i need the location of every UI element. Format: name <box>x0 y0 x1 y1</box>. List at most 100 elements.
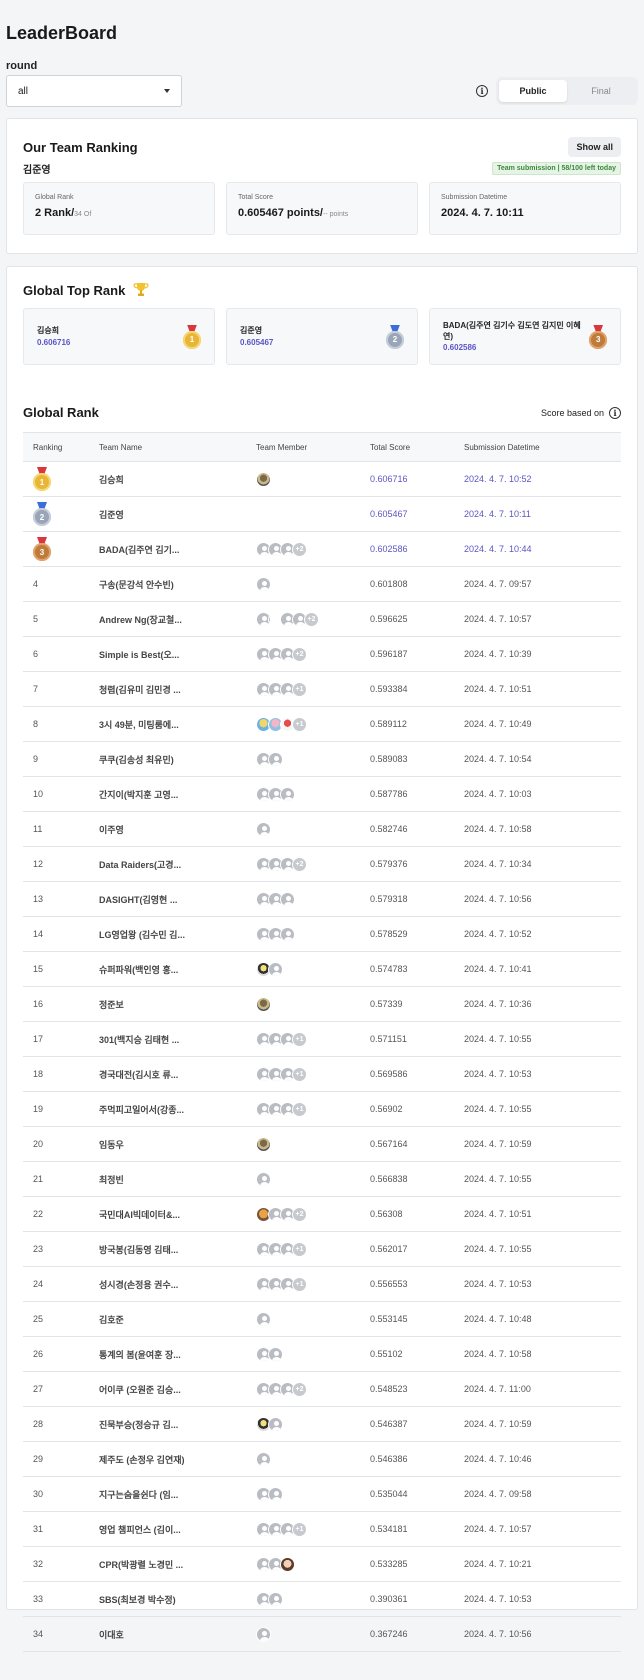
team-name-cell[interactable]: 301(백지승 김태현 ... <box>99 1021 256 1057</box>
team-name-cell[interactable]: DASIGHT(김영현 ... <box>99 881 256 917</box>
rank-number: 7 <box>33 684 39 694</box>
team-name-cell[interactable]: Simple is Best(오... <box>99 636 256 672</box>
rank-number: 22 <box>33 1209 44 1219</box>
table-row[interactable]: 29 제주도 (손정우 김연재) 0.546386 2024. 4. 7. 10:46 <box>23 1441 621 1477</box>
team-name-cell[interactable]: 김호준 <box>99 1301 256 1337</box>
team-name-cell[interactable]: 영업 챔피언스 (김이... <box>99 1511 256 1547</box>
global-rank-of: 34 Of <box>74 211 92 218</box>
user-avatar-icon <box>256 1451 271 1467</box>
team-name-cell[interactable]: 김승희 <box>99 461 256 497</box>
team-name-cell[interactable]: 간지이(박지훈 고영... <box>99 776 256 812</box>
team-name-cell[interactable]: 지구는숨을쉰다 (임... <box>99 1476 256 1512</box>
submission-datetime-cell: 2024. 4. 7. 10:21 <box>464 1546 621 1582</box>
table-row[interactable]: 14 LG영업왕 (김수민 김... 0.578529 2024. 4. 7. 10:… <box>23 916 621 952</box>
team-member-cell <box>256 951 370 987</box>
table-row[interactable]: 28 진묵부승(정승규 김... 0.546387 2024. 4. 7. 10:59 <box>23 1406 621 1442</box>
global-rank-title: Global Rank <box>23 405 99 420</box>
team-name-cell[interactable]: 통계의 봄(윤여훈 장... <box>99 1336 256 1372</box>
table-row[interactable]: 23 방국봉(김동영 김태... +1 0.562017 2024. 4. 7. 10:… <box>23 1231 621 1267</box>
team-name-cell[interactable]: CPR(박광렬 노경민 ... <box>99 1546 256 1582</box>
table-row[interactable]: 4 구송(문강석 안수빈) 0.601808 2024. 4. 7. 09:57 <box>23 566 621 602</box>
top-rank-name: 김승희 <box>37 326 60 336</box>
top-rank-score: 0.606716 <box>37 337 71 347</box>
team-name-cell[interactable]: 3시 49분, 미팅룸에... <box>99 706 256 742</box>
team-name-cell[interactable]: 슈퍼파워(백인영 홍... <box>99 951 256 987</box>
team-name-cell[interactable]: 이대호 <box>99 1616 256 1652</box>
table-row[interactable]: 1 김승희 0.606716 2024. 4. 7. 10:52 <box>23 461 621 497</box>
top-rank-score: 0.602586 <box>443 342 477 352</box>
total-score-cell: 0.593384 <box>370 671 464 707</box>
team-name-cell[interactable]: 경국대전(김시호 류... <box>99 1056 256 1092</box>
table-row[interactable]: 18 경국대전(김시호 류... +1 0.569586 2024. 4. 7. 10:… <box>23 1056 621 1092</box>
team-name-cell[interactable]: 정준보 <box>99 986 256 1022</box>
table-row[interactable]: 19 주먹피고일어서(강종... +1 0.56902 2024. 4. 7. 10:5… <box>23 1091 621 1127</box>
table-row[interactable]: 9 쿠쿠(김송성 최유민) 0.589083 2024. 4. 7. 10:54 <box>23 741 621 777</box>
table-row[interactable]: 20 임동우 0.567164 2024. 4. 7. 10:59 <box>23 1126 621 1162</box>
table-row[interactable]: 26 통계의 봄(윤여훈 장... 0.55102 2024. 4. 7. 10:58 <box>23 1336 621 1372</box>
team-name-cell[interactable]: BADA(김주연 김기... <box>99 531 256 567</box>
table-row[interactable]: 22 국민대AI빅데이터&... +2 0.56308 2024. 4. 7. 10:5… <box>23 1196 621 1232</box>
team-name-cell[interactable]: 청렴(김유미 김민경 ... <box>99 671 256 707</box>
table-row[interactable]: 33 SBS(최보경 박수정) 0.390361 2024. 4. 7. 10:53 <box>23 1581 621 1617</box>
team-name-cell[interactable]: 제주도 (손정우 김연재) <box>99 1441 256 1477</box>
public-final-toggle[interactable]: Public Final <box>496 77 638 105</box>
table-row[interactable]: 5 Andrew Ng(장교철... +2 0.596625 2024. 4. 7. 1… <box>23 601 621 637</box>
table-row[interactable]: 30 지구는숨을쉰다 (임... 0.535044 2024. 4. 7. 09:58 <box>23 1476 621 1512</box>
table-row[interactable]: 6 Simple is Best(오... +2 0.596187 2024. 4. 7… <box>23 636 621 672</box>
final-tab[interactable]: Final <box>567 80 635 102</box>
table-row[interactable]: 15 슈퍼파워(백인영 홍... 0.574783 2024. 4. 7. 10:41 <box>23 951 621 987</box>
team-name-cell[interactable]: 진묵부승(정승규 김... <box>99 1406 256 1442</box>
team-name-cell[interactable]: 어이쿠 (오원준 김승... <box>99 1371 256 1407</box>
team-member-cell <box>256 461 370 497</box>
total-score-value: 0.605467 points/ <box>238 207 323 219</box>
submission-datetime-cell: 2024. 4. 7. 10:49 <box>464 706 621 742</box>
team-member-cell <box>256 1161 370 1197</box>
team-name-cell[interactable]: 이주영 <box>99 811 256 847</box>
table-row[interactable]: 7 청렴(김유미 김민경 ... +1 0.593384 2024. 4. 7. 10:… <box>23 671 621 707</box>
table-row[interactable]: 32 CPR(박광렬 노경민 ... 0.533285 2024. 4. 7. 10:… <box>23 1546 621 1582</box>
table-row[interactable]: 10 간지이(박지훈 고영... 0.587786 2024. 4. 7. 10:03 <box>23 776 621 812</box>
gold-medal-icon: 1 <box>33 467 51 491</box>
team-name-cell[interactable]: SBS(최보경 박수정) <box>99 1581 256 1617</box>
table-row[interactable]: 8 3시 49분, 미팅룸에... +1 0.589112 2024. 4. 7. 10… <box>23 706 621 742</box>
team-name-cell[interactable]: 쿠쿠(김송성 최유민) <box>99 741 256 777</box>
team-name-cell[interactable]: 성시경(손정용 권수... <box>99 1266 256 1302</box>
table-row[interactable]: 3 BADA(김주연 김기... +2 0.602586 2024. 4. 7. 10:… <box>23 531 621 567</box>
round-select[interactable]: all <box>6 75 182 107</box>
team-name-cell[interactable]: Andrew Ng(장교철... <box>99 601 256 637</box>
more-members-badge: +2 <box>304 611 319 627</box>
team-name-cell[interactable]: LG영업왕 (김수민 김... <box>99 916 256 952</box>
team-name-cell[interactable]: Data Raiders(고경... <box>99 846 256 882</box>
submission-datetime-cell: 2024. 4. 7. 10:55 <box>464 1231 621 1267</box>
rank-number: 31 <box>33 1524 44 1534</box>
table-row[interactable]: 31 영업 챔피언스 (김이... +1 0.534181 2024. 4. 7. 10… <box>23 1511 621 1547</box>
public-tab[interactable]: Public <box>499 80 567 102</box>
team-member-cell <box>256 1126 370 1162</box>
more-members-badge: +2 <box>292 1381 307 1397</box>
table-row[interactable]: 21 최정빈 0.566838 2024. 4. 7. 10:55 <box>23 1161 621 1197</box>
table-row[interactable]: 2 김준영 0.605467 2024. 4. 7. 10:11 <box>23 496 621 532</box>
table-row[interactable]: 27 어이쿠 (오원준 김승... +2 0.548523 2024. 4. 7. 11… <box>23 1371 621 1407</box>
table-row[interactable]: 34 이대호 0.367246 2024. 4. 7. 10:56 <box>23 1616 621 1652</box>
total-score-cell: 0.562017 <box>370 1231 464 1267</box>
team-member-cell <box>256 1441 370 1477</box>
more-members-badge: +2 <box>292 541 307 557</box>
table-row[interactable]: 25 김호준 0.553145 2024. 4. 7. 10:48 <box>23 1301 621 1337</box>
team-name-cell[interactable]: 최정빈 <box>99 1161 256 1197</box>
table-row[interactable]: 24 성시경(손정용 권수... +1 0.556553 2024. 4. 7. 10:… <box>23 1266 621 1302</box>
info-icon[interactable]: i <box>609 406 621 419</box>
team-name-cell[interactable]: 구송(문강석 안수빈) <box>99 566 256 602</box>
table-row[interactable]: 13 DASIGHT(김영현 ... 0.579318 2024. 4. 7. 10:… <box>23 881 621 917</box>
team-name-cell[interactable]: 방국봉(김동영 김태... <box>99 1231 256 1267</box>
total-score-cell: 0.589083 <box>370 741 464 777</box>
team-name-cell[interactable]: 김준영 <box>99 496 256 532</box>
team-name-cell[interactable]: 주먹피고일어서(강종... <box>99 1091 256 1127</box>
info-icon[interactable]: i <box>476 85 488 97</box>
table-row[interactable]: 17 301(백지승 김태현 ... +1 0.571151 2024. 4. 7. 1… <box>23 1021 621 1057</box>
team-name-cell[interactable]: 국민대AI빅데이터&... <box>99 1196 256 1232</box>
show-all-button[interactable]: Show all <box>568 137 621 157</box>
table-row[interactable]: 11 이주영 0.582746 2024. 4. 7. 10:58 <box>23 811 621 847</box>
table-row[interactable]: 12 Data Raiders(고경... +2 0.579376 2024. 4. 7… <box>23 846 621 882</box>
team-name-cell[interactable]: 임동우 <box>99 1126 256 1162</box>
table-row[interactable]: 16 정준보 0.57339 2024. 4. 7. 10:36 <box>23 986 621 1022</box>
